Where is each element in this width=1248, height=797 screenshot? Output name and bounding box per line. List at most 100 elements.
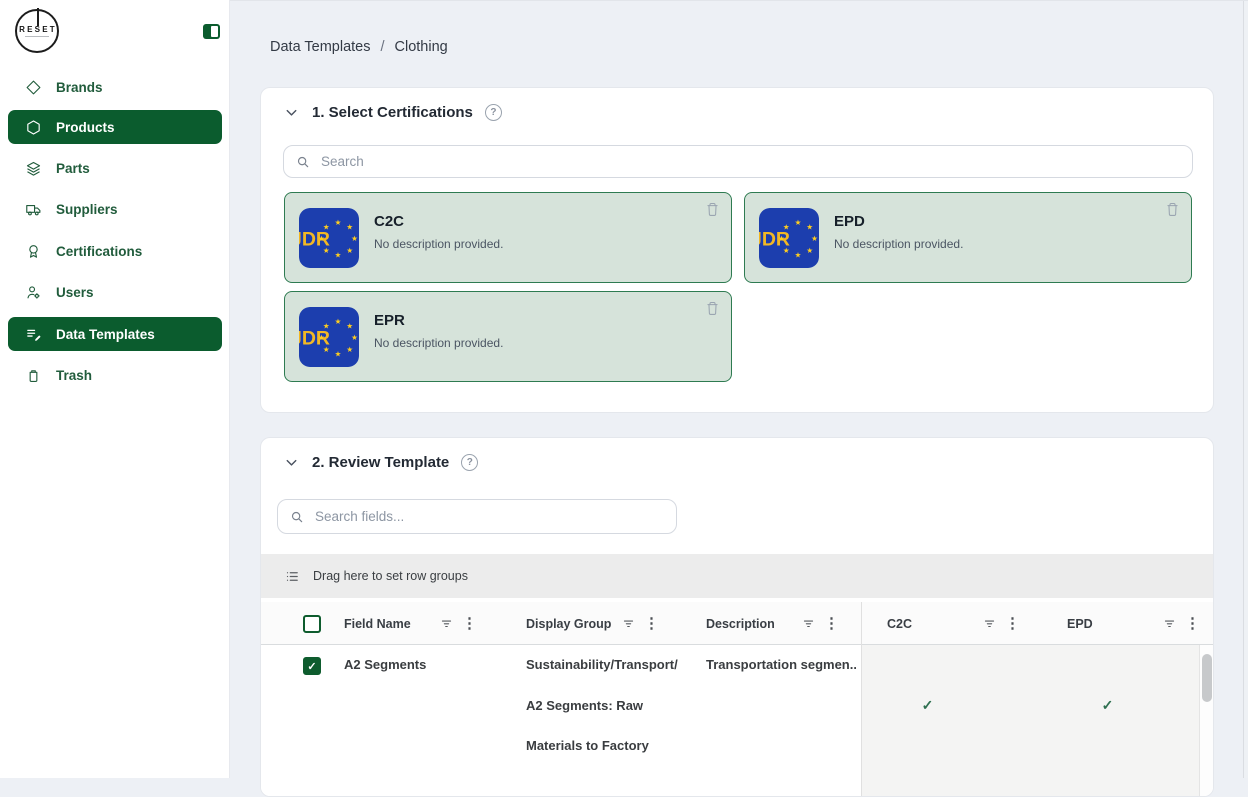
section1-title: 1. Select Certifications	[312, 104, 473, 121]
sidebar-collapse-icon[interactable]	[203, 24, 220, 39]
sidebar-item-parts[interactable]: Parts	[8, 151, 222, 185]
certification-card-epr: EPR No description provided.	[284, 291, 732, 382]
logo-text: RESET	[19, 25, 57, 34]
list-pencil-icon	[25, 326, 42, 343]
layers-icon	[25, 160, 42, 177]
main-content: Data Templates / Clothing 1. Select Certif…	[230, 0, 1248, 778]
sidebar-item-certifications[interactable]: Certifications	[8, 234, 222, 268]
eu-flag-badge-icon	[299, 208, 359, 268]
logo-needle	[37, 8, 39, 26]
sidebar-item-label: Parts	[56, 161, 90, 176]
sidebar: RESET Brands Products Parts Suppliers Ce…	[0, 0, 230, 778]
certification-card-c2c: C2C No description provided.	[284, 192, 732, 283]
certification-title: EPD	[834, 213, 963, 230]
search-icon	[290, 510, 304, 524]
sidebar-item-users[interactable]: Users	[8, 275, 222, 309]
column-header-c2c[interactable]: C2C ⋮	[887, 602, 1020, 645]
column-header-field-name[interactable]: Field Name ⋮	[344, 602, 477, 645]
filter-icon[interactable]	[983, 617, 996, 630]
sidebar-item-label: Products	[56, 120, 115, 135]
eu-flag-badge-icon	[759, 208, 819, 268]
vertical-scrollbar[interactable]	[1199, 645, 1214, 797]
sidebar-item-brands[interactable]: Brands	[8, 70, 222, 104]
certification-cards: C2C No description provided. EPD No desc…	[284, 192, 1192, 382]
vertical-scrollbar-thumb[interactable]	[1202, 654, 1212, 702]
sidebar-item-label: Data Templates	[56, 327, 155, 342]
certification-card-epd: EPD No description provided.	[744, 192, 1192, 283]
chevron-down-icon[interactable]	[283, 104, 300, 121]
fields-search	[277, 499, 677, 534]
breadcrumb: Data Templates / Clothing	[270, 39, 448, 55]
section1-header: 1. Select Certifications ?	[283, 101, 502, 123]
app-logo[interactable]: RESET	[15, 9, 59, 53]
column-menu-icon[interactable]: ⋮	[1005, 616, 1020, 631]
trash-icon	[25, 367, 42, 384]
chevron-down-icon[interactable]	[283, 454, 300, 471]
cell-display-group: Sustainability/Transport/ A2 Segments: R…	[526, 645, 701, 767]
filter-icon[interactable]	[622, 617, 635, 630]
delete-certification-icon[interactable]	[704, 300, 721, 317]
breadcrumb-current: Clothing	[395, 39, 448, 55]
section2-header: 2. Review Template ?	[283, 451, 478, 473]
award-ribbon-icon	[25, 243, 42, 260]
cell-c2c-check: ✓	[861, 697, 994, 714]
eu-flag-badge-icon	[299, 307, 359, 367]
app-root: RESET Brands Products Parts Suppliers Ce…	[0, 0, 1248, 778]
certification-title: C2C	[374, 213, 503, 230]
pinned-columns-background	[861, 645, 1199, 797]
column-menu-icon[interactable]: ⋮	[462, 616, 477, 631]
truck-icon	[25, 201, 42, 218]
logo-tagline	[25, 36, 49, 38]
delete-certification-icon[interactable]	[704, 201, 721, 218]
row-group-icon	[285, 569, 300, 584]
cell-field-name: A2 Segments	[344, 657, 426, 672]
row-group-hint: Drag here to set row groups	[313, 569, 468, 583]
section2-title: 2. Review Template	[312, 454, 449, 471]
sidebar-item-data-templates[interactable]: Data Templates	[8, 317, 222, 351]
sidebar-item-products[interactable]: Products	[8, 110, 222, 144]
breadcrumb-parent[interactable]: Data Templates	[270, 39, 370, 55]
sidebar-item-label: Brands	[56, 80, 103, 95]
filter-icon[interactable]	[1163, 617, 1176, 630]
fields-search-input[interactable]	[313, 508, 664, 525]
certification-title: EPR	[374, 312, 503, 329]
column-header-display-group[interactable]: Display Group ⋮	[526, 602, 659, 645]
breadcrumb-separator: /	[380, 39, 384, 55]
certification-description: No description provided.	[374, 336, 503, 350]
column-header-description[interactable]: Description ⋮	[706, 602, 839, 645]
hexagon-icon	[25, 119, 42, 136]
sidebar-item-label: Trash	[56, 368, 92, 383]
row-checkbox[interactable]: ✓	[303, 657, 321, 675]
certification-description: No description provided.	[834, 237, 963, 251]
cell-epd-check: ✓	[1041, 697, 1174, 714]
row-group-drop-zone[interactable]: Drag here to set row groups	[261, 554, 1213, 598]
page-scrollbar-gutter[interactable]	[1243, 1, 1248, 778]
select-all-checkbox[interactable]	[303, 615, 321, 633]
sidebar-item-suppliers[interactable]: Suppliers	[8, 192, 222, 226]
sidebar-item-label: Users	[56, 285, 94, 300]
column-menu-icon[interactable]: ⋮	[644, 616, 659, 631]
delete-certification-icon[interactable]	[1164, 201, 1181, 218]
column-menu-icon[interactable]: ⋮	[1185, 616, 1200, 631]
review-template-section: 2. Review Template ? Drag here to set ro…	[260, 437, 1214, 797]
table-body: ✓ A2 Segments Sustainability/Transport/ …	[261, 645, 1213, 797]
sidebar-item-label: Certifications	[56, 244, 142, 259]
certifications-search-input[interactable]	[319, 153, 1180, 170]
filter-icon[interactable]	[802, 617, 815, 630]
column-menu-icon[interactable]: ⋮	[824, 616, 839, 631]
select-certifications-section: 1. Select Certifications ? C2C No descri…	[260, 87, 1214, 413]
certification-description: No description provided.	[374, 237, 503, 251]
filter-icon[interactable]	[440, 617, 453, 630]
column-group-separator	[861, 602, 862, 797]
column-header-epd[interactable]: EPD ⋮	[1067, 602, 1200, 645]
cell-description: Transportation segmen...	[706, 657, 856, 672]
sidebar-item-label: Suppliers	[56, 202, 118, 217]
certifications-search	[283, 145, 1193, 178]
help-icon[interactable]: ?	[485, 104, 502, 121]
search-icon	[296, 155, 310, 169]
user-gear-icon	[25, 284, 42, 301]
help-icon[interactable]: ?	[461, 454, 478, 471]
sidebar-item-trash[interactable]: Trash	[8, 358, 222, 392]
diamond-icon	[25, 79, 42, 96]
table-header: Field Name ⋮ Display Group ⋮ Description…	[261, 602, 1213, 645]
